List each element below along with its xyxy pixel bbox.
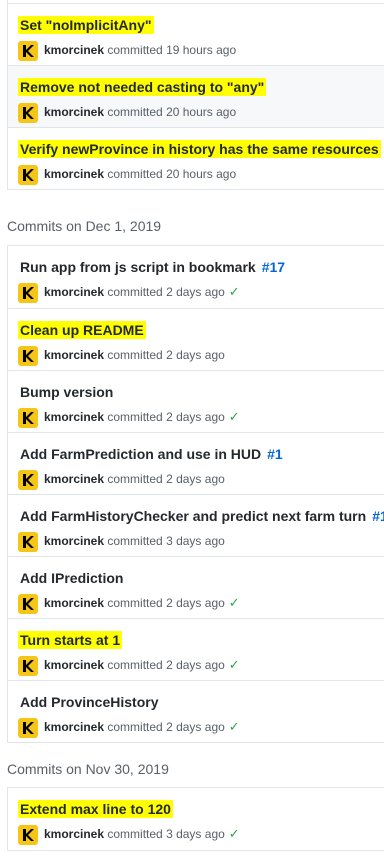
avatar-icon[interactable]: [18, 824, 38, 845]
commit-item: Add FarmHistoryChecker and predict next …: [8, 494, 384, 556]
check-icon[interactable]: ✓: [229, 409, 240, 424]
commit-action: committed: [107, 105, 163, 119]
commit-time: 2 days ago: [166, 472, 225, 486]
commit-group: Extend max line to 120 kmorcinek committ…: [7, 787, 384, 851]
commit-action: committed: [107, 410, 163, 424]
author-link[interactable]: kmorcinek: [44, 105, 104, 119]
avatar-icon[interactable]: [18, 102, 38, 123]
commit-item: Add IPrediction kmorcinek committed 2 da…: [8, 556, 384, 618]
commit-time: 3 days ago: [166, 827, 225, 841]
issue-link[interactable]: #1: [372, 508, 384, 524]
commit-time: 2 days ago: [166, 410, 225, 424]
issue-link[interactable]: #1: [267, 446, 283, 462]
commit-title[interactable]: Add FarmPrediction and use in HUD: [18, 445, 263, 463]
avatar-icon[interactable]: [18, 469, 38, 490]
author-link[interactable]: kmorcinek: [44, 285, 104, 299]
issue-link[interactable]: #17: [262, 259, 285, 275]
author-link[interactable]: kmorcinek: [44, 534, 104, 548]
commit-title[interactable]: Bump version: [18, 383, 115, 401]
commit-item: Run app from js script in bookmark #17 km…: [8, 246, 384, 308]
author-link[interactable]: kmorcinek: [44, 596, 104, 610]
check-icon[interactable]: ✓: [229, 657, 240, 672]
commit-action: committed: [107, 534, 163, 548]
author-link[interactable]: kmorcinek: [44, 472, 104, 486]
commit-title[interactable]: Verify newProvince in history has the sa…: [18, 140, 381, 158]
commit-title[interactable]: Add FarmHistoryChecker and predict next …: [18, 507, 368, 525]
commit-action: committed: [107, 596, 163, 610]
commit-action: committed: [107, 348, 163, 362]
commit-title[interactable]: Remove not needed casting to "any": [18, 78, 267, 96]
commit-time: 2 days ago: [166, 720, 225, 734]
commit-time: 19 hours ago: [166, 43, 237, 57]
commit-item: Set "noImplicitAny" kmorcinek committed …: [8, 3, 384, 65]
commit-item: Turn starts at 1 kmorcinek committed 2 d…: [8, 618, 384, 680]
commit-item: Add ProvinceHistory kmorcinek committed …: [8, 680, 384, 742]
author-link[interactable]: kmorcinek: [44, 348, 104, 362]
avatar-icon[interactable]: [18, 164, 38, 185]
commit-group-header: Commits on Dec 1, 2019: [7, 218, 162, 234]
commit-item: Add FarmPrediction and use in HUD #1 kmor…: [8, 432, 384, 494]
avatar-icon[interactable]: [18, 593, 38, 614]
commit-item: Clean up README kmorcinek committed 2 da…: [8, 308, 384, 370]
author-link[interactable]: kmorcinek: [44, 410, 104, 424]
avatar-icon[interactable]: [18, 717, 38, 738]
commit-action: committed: [107, 827, 163, 841]
commit-action: committed: [107, 167, 163, 181]
author-link[interactable]: kmorcinek: [44, 167, 104, 181]
commit-title[interactable]: Run app from js script in bookmark: [18, 258, 258, 276]
check-icon[interactable]: ✓: [229, 284, 240, 299]
commit-action: committed: [107, 285, 163, 299]
avatar-icon[interactable]: [18, 407, 38, 428]
commit-title[interactable]: Extend max line to 120: [18, 800, 173, 818]
commit-action: committed: [107, 43, 163, 57]
commit-group: Set "noImplicitAny" kmorcinek committed …: [7, 0, 384, 190]
avatar-icon[interactable]: [18, 655, 38, 676]
commit-time: 3 days ago: [166, 534, 225, 548]
commit-title[interactable]: Set "noImplicitAny": [18, 16, 154, 34]
commit-title[interactable]: Add ProvinceHistory: [18, 693, 160, 711]
commit-time: 2 days ago: [166, 658, 225, 672]
commit-action: committed: [107, 658, 163, 672]
avatar-icon[interactable]: [18, 282, 38, 303]
check-icon[interactable]: ✓: [229, 826, 240, 841]
commit-group-header: Commits on Nov 30, 2019: [7, 761, 169, 777]
commit-item: Extend max line to 120 kmorcinek committ…: [8, 788, 384, 850]
avatar-icon[interactable]: [18, 531, 38, 552]
commit-time: 2 days ago: [166, 285, 225, 299]
commit-time: 2 days ago: [166, 596, 225, 610]
avatar-icon[interactable]: [18, 40, 38, 61]
commit-action: committed: [107, 472, 163, 486]
commit-title[interactable]: Clean up README: [18, 321, 146, 339]
check-icon[interactable]: ✓: [229, 719, 240, 734]
commit-time: 20 hours ago: [166, 167, 237, 181]
commit-action: committed: [107, 720, 163, 734]
commit-group: Run app from js script in bookmark #17 km…: [7, 245, 384, 743]
commit-item: Verify newProvince in history has the sa…: [8, 127, 384, 189]
commit-item: Bump version kmorcinek committed 2 days …: [8, 370, 384, 432]
commit-time: 20 hours ago: [166, 105, 237, 119]
author-link[interactable]: kmorcinek: [44, 827, 104, 841]
author-link[interactable]: kmorcinek: [44, 658, 104, 672]
commit-item: Remove not needed casting to "any" kmorc…: [8, 65, 384, 127]
author-link[interactable]: kmorcinek: [44, 720, 104, 734]
commit-time: 2 days ago: [166, 348, 225, 362]
check-icon[interactable]: ✓: [229, 595, 240, 610]
author-link[interactable]: kmorcinek: [44, 43, 104, 57]
avatar-icon[interactable]: [18, 345, 38, 366]
commit-title[interactable]: Turn starts at 1: [18, 631, 123, 649]
commit-title[interactable]: Add IPrediction: [18, 569, 125, 587]
